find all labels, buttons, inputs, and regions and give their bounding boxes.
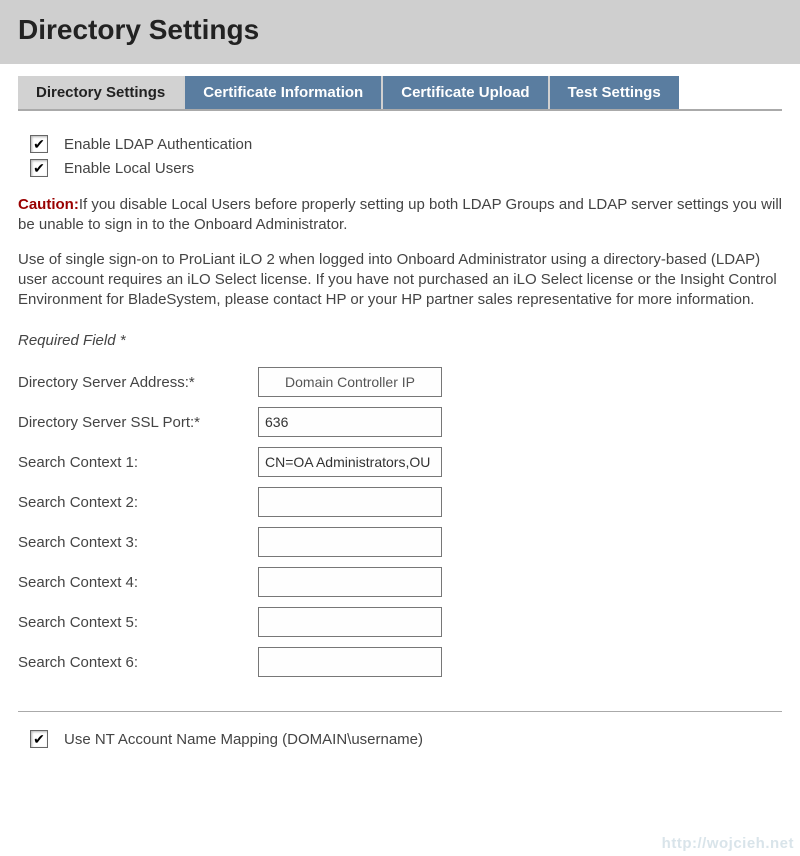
- label-search3: Search Context 3:: [18, 534, 258, 551]
- label-use-nt-mapping: Use NT Account Name Mapping (DOMAIN\user…: [64, 731, 423, 748]
- label-search4: Search Context 4:: [18, 574, 258, 591]
- checkbox-use-nt-mapping[interactable]: [30, 730, 48, 748]
- checkbox-enable-ldap[interactable]: [30, 135, 48, 153]
- page-title: Directory Settings: [18, 14, 782, 46]
- row-search3: Search Context 3:: [18, 527, 782, 557]
- tab-certificate-information[interactable]: Certificate Information: [185, 76, 383, 109]
- tab-certificate-upload[interactable]: Certificate Upload: [383, 76, 549, 109]
- row-search1: Search Context 1:: [18, 447, 782, 477]
- form-area: Enable LDAP Authentication Enable Local …: [18, 111, 782, 748]
- row-ssl-port: Directory Server SSL Port:*: [18, 407, 782, 437]
- label-search1: Search Context 1:: [18, 454, 258, 471]
- row-server-address: Directory Server Address:*: [18, 367, 782, 397]
- label-search6: Search Context 6:: [18, 654, 258, 671]
- row-search6: Search Context 6:: [18, 647, 782, 677]
- caution-block: Caution:If you disable Local Users befor…: [18, 195, 782, 236]
- tab-test-settings[interactable]: Test Settings: [550, 76, 679, 109]
- row-use-nt-mapping: Use NT Account Name Mapping (DOMAIN\user…: [18, 730, 782, 748]
- required-field-note: Required Field *: [18, 332, 782, 349]
- section-divider: [18, 711, 782, 712]
- row-enable-local-users: Enable Local Users: [18, 159, 782, 177]
- label-search5: Search Context 5:: [18, 614, 258, 631]
- input-search2[interactable]: [258, 487, 442, 517]
- label-enable-local-users: Enable Local Users: [64, 160, 194, 177]
- tab-directory-settings[interactable]: Directory Settings: [18, 76, 185, 109]
- label-ssl-port: Directory Server SSL Port:*: [18, 414, 258, 431]
- input-server-address[interactable]: [258, 367, 442, 397]
- content-area: Directory Settings Certificate Informati…: [0, 76, 800, 772]
- row-enable-ldap: Enable LDAP Authentication: [18, 135, 782, 153]
- label-search2: Search Context 2:: [18, 494, 258, 511]
- input-search5[interactable]: [258, 607, 442, 637]
- caution-label: Caution:: [18, 196, 79, 213]
- input-search6[interactable]: [258, 647, 442, 677]
- row-search4: Search Context 4:: [18, 567, 782, 597]
- input-search4[interactable]: [258, 567, 442, 597]
- tab-bar: Directory Settings Certificate Informati…: [18, 76, 782, 111]
- input-ssl-port[interactable]: [258, 407, 442, 437]
- page-header: Directory Settings: [0, 0, 800, 64]
- label-enable-ldap: Enable LDAP Authentication: [64, 136, 252, 153]
- row-search2: Search Context 2:: [18, 487, 782, 517]
- watermark-text: http://wojcieh.net: [662, 835, 794, 852]
- input-search1[interactable]: [258, 447, 442, 477]
- row-search5: Search Context 5:: [18, 607, 782, 637]
- info-paragraph: Use of single sign-on to ProLiant iLO 2 …: [18, 250, 782, 311]
- checkbox-enable-local-users[interactable]: [30, 159, 48, 177]
- label-server-address: Directory Server Address:*: [18, 374, 258, 391]
- caution-text: If you disable Local Users before proper…: [18, 196, 782, 233]
- page-root: Directory Settings Directory Settings Ce…: [0, 0, 800, 772]
- input-search3[interactable]: [258, 527, 442, 557]
